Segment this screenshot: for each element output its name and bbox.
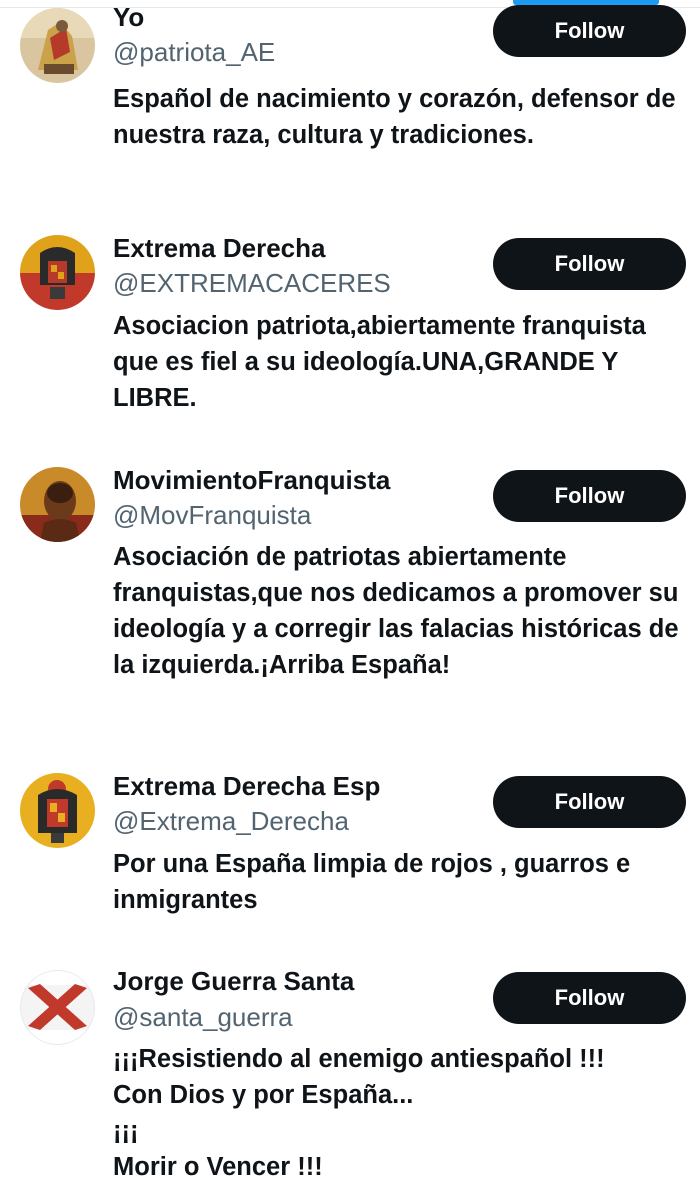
user-avatar[interactable] — [20, 8, 95, 83]
user-avatar[interactable] — [20, 970, 95, 1045]
user-handle[interactable]: @santa_guerra — [113, 1002, 293, 1032]
user-cell-3[interactable]: MovimientoFranquista @MovFranquista Asoc… — [0, 450, 700, 765]
follow-button[interactable]: Follow — [493, 972, 686, 1024]
user-display-name[interactable]: Extrema Derecha — [113, 233, 325, 263]
follow-button[interactable]: Follow — [493, 238, 686, 290]
user-display-name[interactable]: Yo — [113, 2, 144, 32]
user-cell-4[interactable]: Extrema Derecha Esp @Extrema_Derecha Por… — [0, 765, 700, 965]
user-avatar[interactable] — [20, 235, 95, 310]
user-bio: Asociacion patriota,abiertamente franqui… — [113, 312, 646, 412]
user-handle[interactable]: @EXTREMACACERES — [113, 268, 391, 298]
user-bio: Español de nacimiento y corazón, defenso… — [113, 85, 676, 149]
follow-button[interactable]: Follow — [493, 5, 686, 57]
user-handle[interactable]: @patriota_AE — [113, 37, 275, 67]
user-bio: Por una España limpia de rojos , guarros… — [113, 850, 631, 914]
user-cell-1[interactable]: Yo @patriota_AE Español de nacimiento y … — [0, 0, 700, 215]
user-display-name[interactable]: Extrema Derecha Esp — [113, 771, 380, 801]
follow-button[interactable]: Follow — [493, 470, 686, 522]
user-avatar[interactable] — [20, 773, 95, 848]
user-handle[interactable]: @MovFranquista — [113, 500, 311, 530]
user-bio: Asociación de patriotas abiertamente fra… — [113, 543, 679, 679]
user-handle[interactable]: @Extrema_Derecha — [113, 806, 349, 836]
user-bio: ¡¡¡Resistiendo al enemigo antiespañol !!… — [113, 1045, 605, 1181]
follow-button[interactable]: Follow — [493, 776, 686, 828]
user-cell-2[interactable]: Extrema Derecha @EXTREMACACERES Asociaci… — [0, 215, 700, 450]
user-display-name[interactable]: Jorge Guerra Santa — [113, 966, 354, 996]
user-display-name[interactable]: MovimientoFranquista — [113, 465, 390, 495]
user-avatar[interactable] — [20, 467, 95, 542]
user-cell-5[interactable]: Jorge Guerra Santa @santa_guerra ¡¡¡Resi… — [0, 965, 700, 1200]
